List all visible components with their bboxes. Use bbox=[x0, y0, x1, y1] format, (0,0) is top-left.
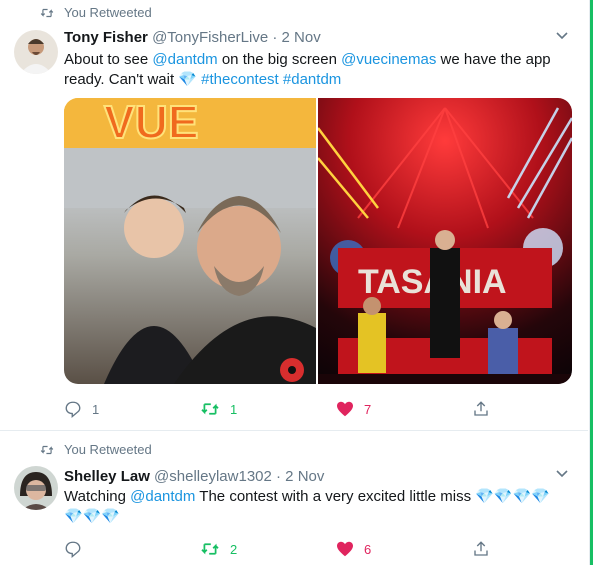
retweet-icon bbox=[40, 8, 54, 17]
retweet-button[interactable]: 1 bbox=[200, 400, 336, 418]
timeline-border bbox=[589, 0, 590, 565]
user-handle[interactable]: @shelleylaw1302 bbox=[154, 468, 272, 485]
reply-button[interactable]: 1 bbox=[64, 400, 200, 418]
tweet-actions: 2 6 bbox=[64, 540, 593, 558]
retweet-icon bbox=[40, 445, 54, 454]
photo-stage[interactable]: TASANIA bbox=[318, 98, 572, 384]
like-count: 7 bbox=[364, 401, 372, 417]
retweet-button[interactable]: 2 bbox=[200, 540, 336, 558]
svg-text:VUE: VUE bbox=[104, 98, 199, 148]
retweet-context: You Retweeted bbox=[40, 442, 152, 457]
share-icon bbox=[474, 401, 488, 416]
chevron-down-icon[interactable] bbox=[556, 32, 568, 40]
share-icon bbox=[474, 541, 488, 556]
share-button[interactable] bbox=[472, 400, 593, 418]
heart-filled-icon bbox=[337, 541, 353, 557]
tweet-date[interactable]: · 2 Nov bbox=[272, 29, 320, 46]
reply-icon bbox=[65, 401, 81, 418]
mention-link[interactable]: @dantdm bbox=[152, 51, 217, 68]
heart-filled-icon bbox=[337, 401, 353, 417]
photo-selfie[interactable]: VUE bbox=[64, 98, 316, 384]
gem-emoji: 💎 bbox=[178, 71, 197, 88]
retweet-icon bbox=[201, 543, 219, 555]
avatar[interactable] bbox=[14, 30, 58, 74]
retweet-context-label: You Retweeted bbox=[64, 5, 152, 20]
chevron-down-icon[interactable] bbox=[556, 470, 568, 478]
retweet-count: 1 bbox=[230, 401, 238, 417]
retweet-count: 2 bbox=[230, 541, 238, 557]
tweet-divider bbox=[0, 430, 588, 431]
user-handle[interactable]: @TonyFisherLive bbox=[152, 29, 268, 46]
tweet-header: Tony Fisher @TonyFisherLive · 2 Nov bbox=[64, 29, 321, 46]
text-segment: Watching bbox=[64, 488, 131, 505]
display-name[interactable]: Shelley Law bbox=[64, 468, 150, 485]
retweet-context-label: You Retweeted bbox=[64, 442, 152, 457]
hashtag-link[interactable]: #dantdm bbox=[283, 71, 341, 88]
mention-link[interactable]: @vuecinemas bbox=[341, 51, 436, 68]
tweet-text: Watching @dantdm The contest with a very… bbox=[64, 487, 564, 527]
like-button[interactable]: 6 bbox=[336, 540, 472, 558]
text-segment: About to see bbox=[64, 51, 153, 68]
tweet-header: Shelley Law @shelleylaw1302 · 2 Nov bbox=[64, 468, 324, 485]
retweet-context: You Retweeted bbox=[40, 5, 152, 20]
reply-icon bbox=[65, 541, 81, 558]
display-name[interactable]: Tony Fisher bbox=[64, 29, 148, 46]
like-button[interactable]: 7 bbox=[336, 400, 472, 418]
like-count: 6 bbox=[364, 541, 372, 557]
media-grid[interactable]: VUE bbox=[64, 98, 572, 384]
text-segment: on the big screen bbox=[217, 51, 342, 68]
share-button[interactable] bbox=[472, 540, 593, 558]
text-segment: The contest with a very excited little m… bbox=[195, 488, 476, 505]
tweet-actions: 1 1 7 bbox=[64, 400, 593, 418]
retweet-icon bbox=[201, 403, 219, 415]
reply-count: 1 bbox=[92, 401, 100, 417]
avatar[interactable] bbox=[14, 466, 58, 510]
tweet-date[interactable]: · 2 Nov bbox=[276, 468, 324, 485]
tweet[interactable]: You Retweeted Shelley Law @shelleylaw130… bbox=[0, 432, 588, 565]
hashtag-link[interactable]: #thecontest bbox=[201, 71, 279, 88]
tweet-text: About to see @dantdm on the big screen @… bbox=[64, 50, 564, 90]
tweet[interactable]: You Retweeted Tony Fisher @TonyFisherLiv… bbox=[0, 0, 588, 430]
mention-link[interactable]: @dantdm bbox=[130, 488, 195, 505]
reply-button[interactable] bbox=[64, 540, 200, 558]
